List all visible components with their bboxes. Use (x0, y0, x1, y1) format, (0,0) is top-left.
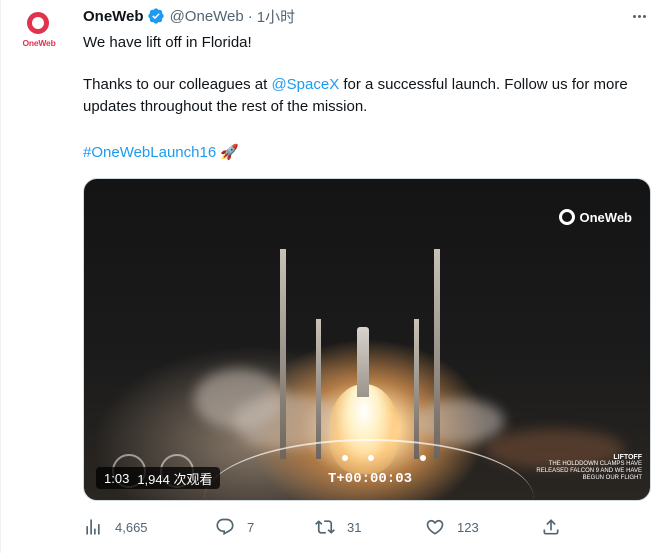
hashtag-link[interactable]: #OneWebLaunch16 (83, 144, 216, 161)
share-icon (543, 519, 559, 535)
oneweb-watermark: OneWeb (558, 209, 633, 225)
separator-dot: · (247, 7, 253, 25)
liftoff-caption: LIFTOFF THE HOLDDOWN CLAMPS HAVE RELEASE… (522, 454, 642, 482)
video-player[interactable]: OneWeb T+00:00:03 LIFTOFF THE HOLDDOWN C… (83, 178, 651, 501)
verified-badge-icon (147, 7, 165, 25)
launch-tower (414, 319, 419, 459)
video-info-pill: 1:03 1,944 次观看 (96, 467, 221, 489)
smoke-cloud (414, 399, 504, 444)
views-count: 4,665 (115, 519, 148, 535)
rocket (357, 327, 369, 397)
like-count: 123 (457, 519, 479, 535)
timestamp[interactable]: 1小时 (257, 6, 295, 27)
user-handle[interactable]: @OneWeb (170, 8, 244, 25)
oneweb-logo-icon (27, 12, 49, 34)
tweet-header: OneWeb @OneWeb · 1小时 (83, 6, 295, 26)
timeline-marker (420, 455, 426, 461)
retweet-button[interactable]: 31 (315, 515, 361, 539)
display-name[interactable]: OneWeb (83, 8, 144, 25)
text-segment: Thanks to our colleagues at (83, 76, 272, 93)
rocket-emoji-icon: 🚀 (220, 144, 240, 161)
tweet[interactable]: OneWeb OneWeb @OneWeb · 1小时 We have lift… (0, 0, 668, 553)
tweet-text-line2: Thanks to our colleagues at @SpaceX for … (83, 74, 663, 118)
reply-button[interactable]: 7 (215, 515, 254, 539)
liftoff-title: LIFTOFF (613, 454, 642, 461)
tweet-text-line1: We have lift off in Florida! (83, 34, 252, 51)
video-duration: 1:03 (104, 470, 130, 486)
action-bar: 4,665 7 31 123 (83, 515, 563, 539)
avatar-logo-text: OneWeb (22, 38, 56, 48)
liftoff-text: THE HOLDDOWN CLAMPS HAVE RELEASED FALCON… (536, 461, 642, 481)
tweet-hashtag-line: #OneWebLaunch16 🚀 (83, 142, 239, 164)
avatar[interactable]: OneWeb (15, 6, 63, 54)
reply-count: 7 (247, 519, 255, 535)
heart-icon (426, 519, 444, 535)
video-views: 1,944 次观看 (137, 471, 213, 487)
retweet-icon (315, 520, 335, 534)
share-button[interactable] (541, 515, 561, 539)
launch-tower (434, 249, 440, 459)
mention-link[interactable]: @SpaceX (271, 76, 339, 93)
mission-clock: T+00:00:03 (328, 471, 413, 487)
analytics-icon (86, 519, 100, 535)
retweet-count: 31 (347, 519, 362, 535)
timeline-marker (342, 455, 348, 461)
reply-icon (216, 518, 234, 536)
views-button[interactable]: 4,665 (83, 515, 148, 539)
timeline-marker (368, 455, 374, 461)
more-options-icon[interactable] (629, 6, 649, 26)
watermark-text: OneWeb (579, 209, 633, 225)
oneweb-ring-icon (558, 209, 575, 225)
like-button[interactable]: 123 (425, 515, 479, 539)
launch-tower (316, 319, 321, 459)
launch-tower (280, 249, 286, 459)
